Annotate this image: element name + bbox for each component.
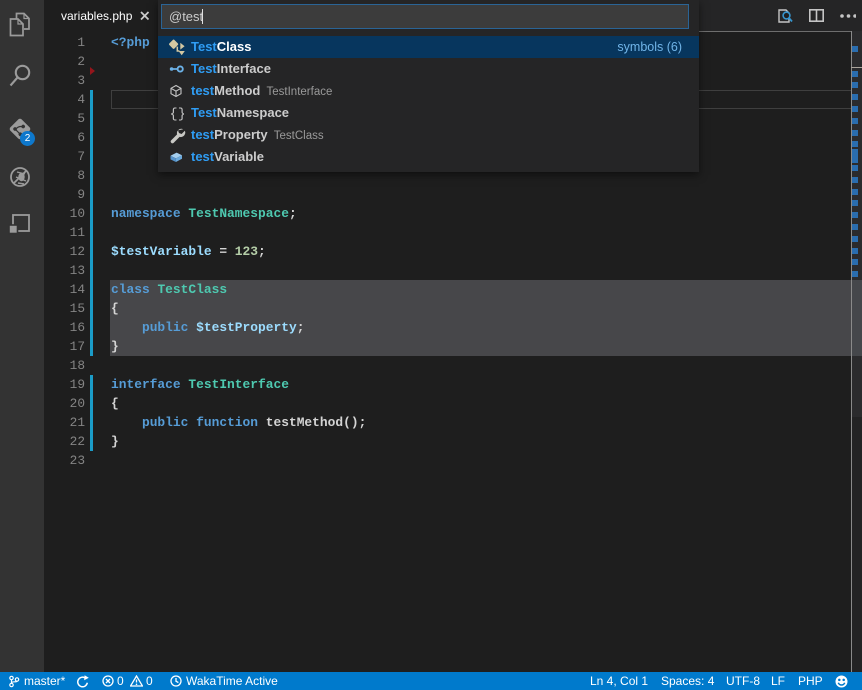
svg-text:{: { bbox=[170, 108, 178, 122]
svg-text:}: } bbox=[178, 108, 184, 122]
